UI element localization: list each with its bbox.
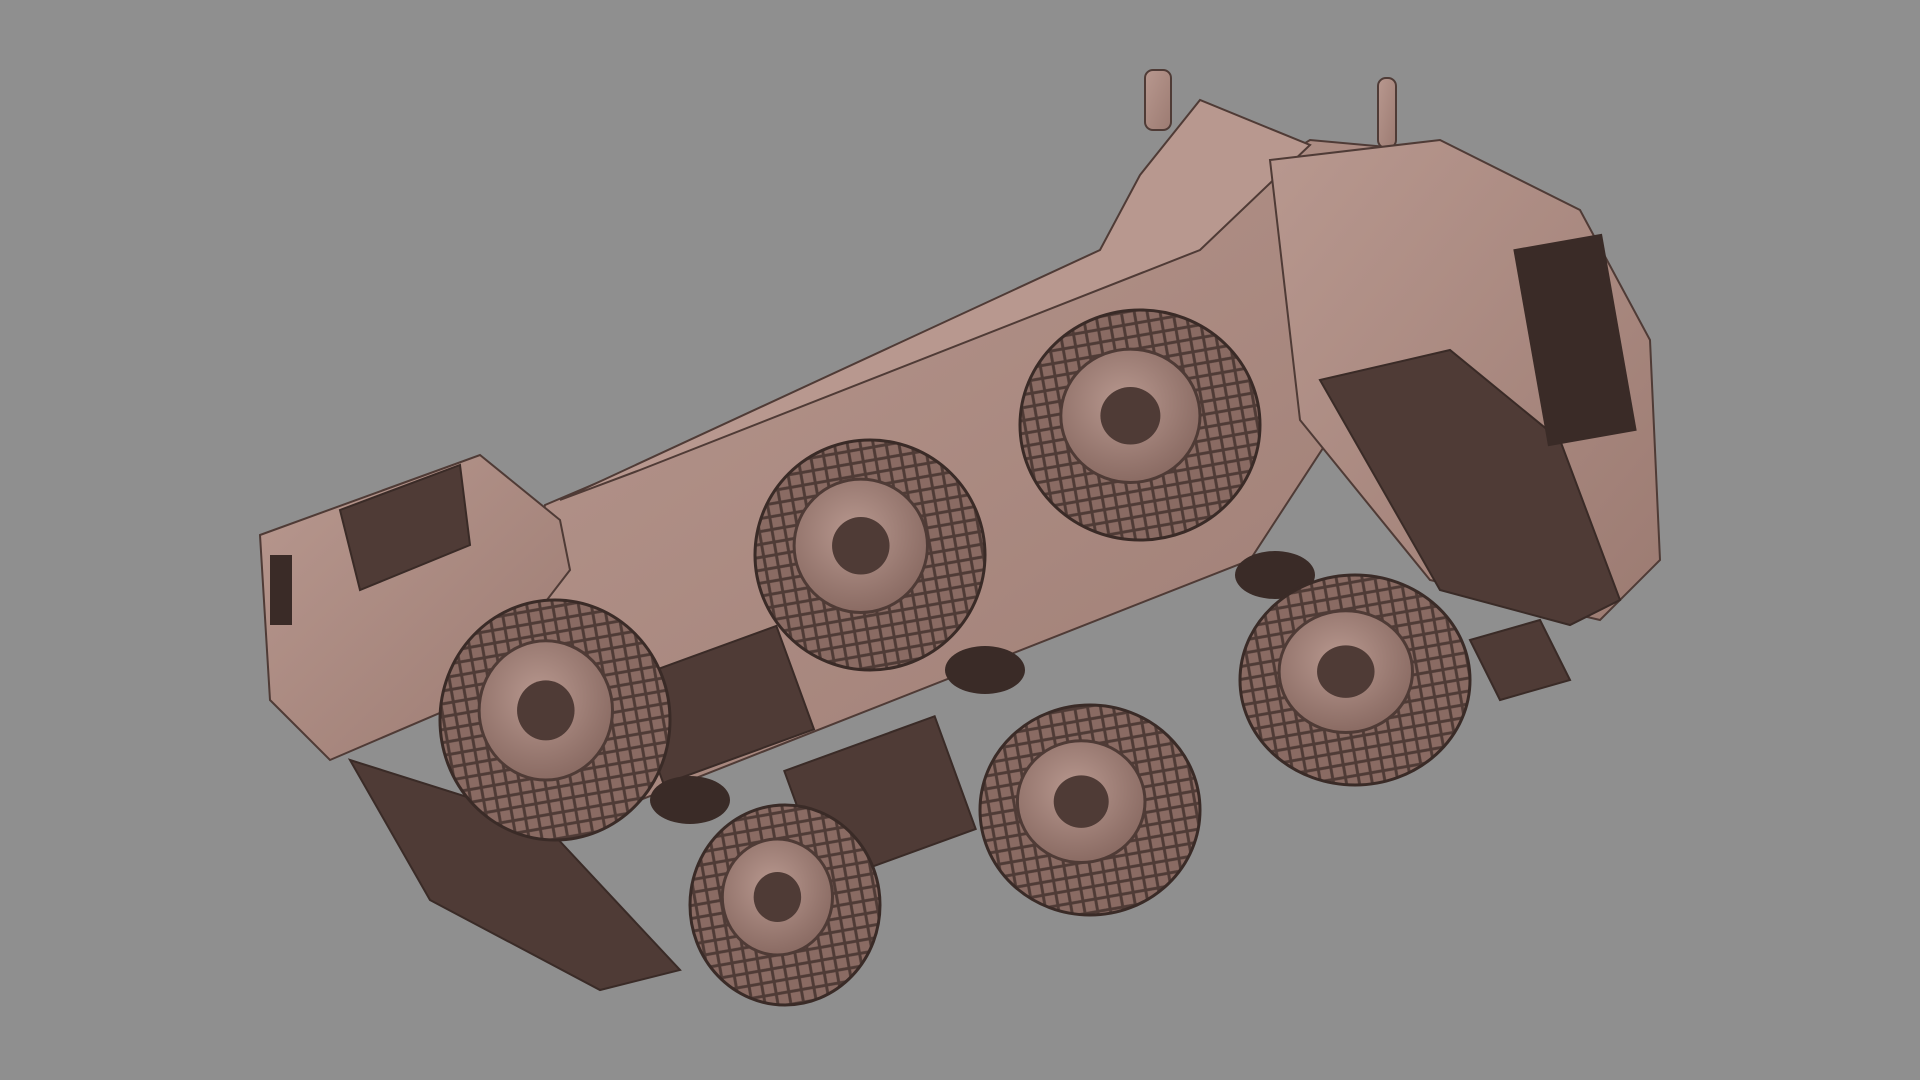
wheel-2 — [978, 703, 1202, 917]
wheel-hub — [753, 872, 802, 922]
wheel-hub — [1317, 645, 1375, 698]
viewport-canvas[interactable] — [0, 0, 1920, 1080]
wheel-hub — [1100, 387, 1161, 445]
wheel-6 — [1018, 308, 1262, 542]
wheel-hub — [517, 680, 575, 741]
axle-differential-2 — [945, 646, 1025, 694]
wheel-5 — [753, 438, 987, 672]
wheel-hub — [832, 517, 890, 575]
exhaust-pipe — [1377, 77, 1397, 149]
wheel-4 — [438, 598, 672, 842]
wheel-hub — [1053, 775, 1109, 828]
wheel-3 — [1238, 573, 1472, 787]
exhaust-stack — [1144, 69, 1172, 131]
3d-viewport[interactable] — [0, 0, 1920, 1080]
side-mirror — [270, 555, 292, 625]
wheel-1 — [688, 803, 882, 1007]
axle-differential-1 — [650, 776, 730, 824]
